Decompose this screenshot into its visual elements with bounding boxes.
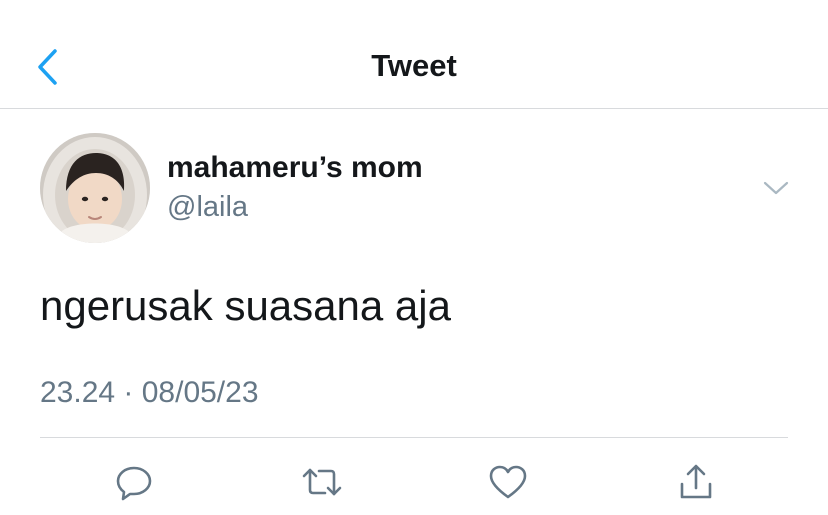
avatar-photo xyxy=(40,133,150,243)
author-name[interactable]: mahameru’s mom xyxy=(167,149,423,187)
retweet-icon xyxy=(302,468,342,496)
heart-icon xyxy=(489,465,527,499)
top-navigation-bar: Tweet xyxy=(0,0,828,109)
reply-icon xyxy=(116,466,152,501)
author-handle[interactable]: @laila xyxy=(167,188,248,226)
chevron-down-icon xyxy=(763,181,789,195)
divider xyxy=(40,437,788,438)
more-options-button[interactable] xyxy=(756,172,796,204)
tweet-timestamp: 23.24 · 08/05/23 xyxy=(40,376,259,409)
reply-button[interactable] xyxy=(110,458,158,506)
page-title: Tweet xyxy=(371,48,457,83)
retweet-button[interactable] xyxy=(298,458,346,506)
avatar[interactable] xyxy=(40,133,150,243)
share-icon xyxy=(680,464,712,499)
like-button[interactable] xyxy=(484,458,532,506)
share-button[interactable] xyxy=(672,458,720,506)
tweet-text: ngerusak suasana aja xyxy=(40,282,451,329)
